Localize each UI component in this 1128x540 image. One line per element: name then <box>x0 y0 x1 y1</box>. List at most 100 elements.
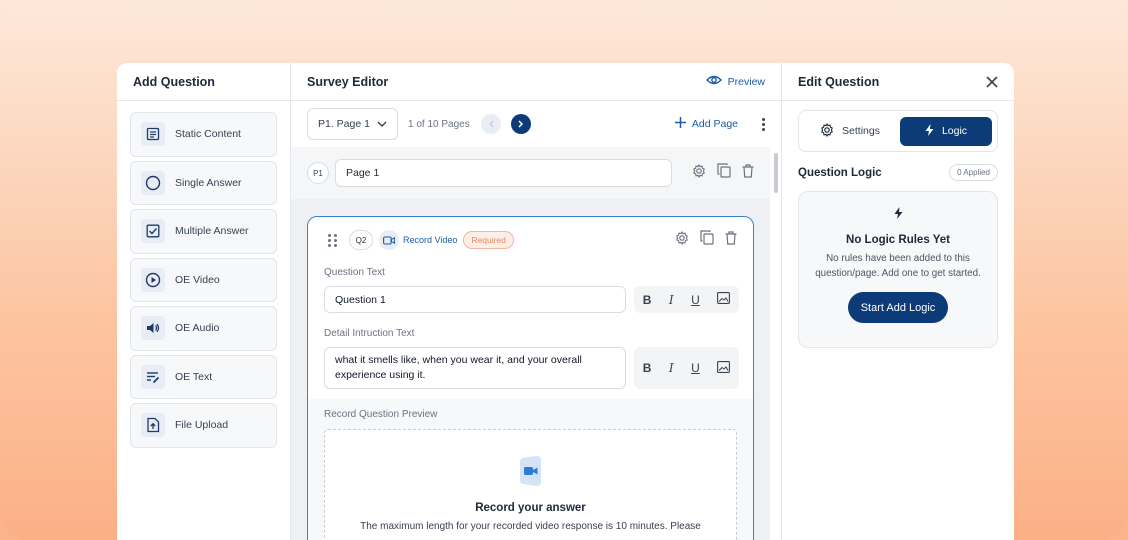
radio-circle-icon <box>141 170 165 195</box>
question-text-label: Question Text <box>324 267 385 278</box>
copy-icon[interactable] <box>717 163 731 183</box>
survey-editor-title: Survey Editor <box>307 74 389 89</box>
question-card[interactable]: Q2 Record Video Required Question Text Q… <box>307 216 754 540</box>
empty-logic-card: No Logic Rules Yet No rules have been ad… <box>798 191 998 348</box>
survey-editor-header: Survey Editor Preview <box>291 63 781 101</box>
required-badge: Required <box>463 231 514 249</box>
page-name-input[interactable]: Page 1 <box>335 159 672 187</box>
question-type-single-answer[interactable]: Single Answer <box>130 160 277 205</box>
tab-settings[interactable]: Settings <box>804 117 896 146</box>
detail-text-input[interactable]: what it smells like, when you wear it, a… <box>324 347 626 389</box>
start-add-logic-button[interactable]: Start Add Logic <box>847 292 949 323</box>
question-type-static-content[interactable]: Static Content <box>130 112 277 157</box>
question-type-oe-text[interactable]: OE Text <box>130 354 277 399</box>
no-logic-title: No Logic Rules Yet <box>846 234 950 246</box>
applied-count-badge: 0 Applied <box>949 164 998 181</box>
survey-editor-panel: Survey Editor Preview P1. Page 1 1 of 10… <box>291 63 782 540</box>
question-type-label: Static Content <box>175 128 241 141</box>
question-text-row: Question 1 B I U <box>308 286 753 313</box>
format-toolbar: B I U <box>634 347 739 389</box>
bold-button[interactable]: B <box>643 293 652 307</box>
speaker-icon <box>141 316 165 341</box>
format-toolbar: B I U <box>634 286 739 313</box>
record-preview-label: Record Question Preview <box>324 409 438 420</box>
question-text-input[interactable]: Question 1 <box>324 286 626 313</box>
page-select[interactable]: P1. Page 1 <box>307 108 398 140</box>
question-type-label: OE Video <box>175 273 220 286</box>
eye-icon <box>705 74 722 89</box>
question-type-oe-video[interactable]: OE Video <box>130 257 277 302</box>
gear-icon <box>820 122 834 140</box>
drag-handle-icon[interactable] <box>328 233 337 247</box>
lightning-icon <box>925 123 934 139</box>
question-type-label: OE Text <box>175 370 213 383</box>
chevron-right-icon <box>518 120 523 128</box>
tab-logic-label: Logic <box>941 125 968 137</box>
detail-text-row: what it smells like, when you wear it, a… <box>308 347 753 389</box>
preview-label: Preview <box>727 75 765 88</box>
question-type-chip: Record Video <box>379 230 457 250</box>
gear-icon[interactable] <box>675 230 689 250</box>
preview-button[interactable]: Preview <box>705 74 765 89</box>
image-icon[interactable] <box>717 360 731 376</box>
add-question-title: Add Question <box>117 63 290 101</box>
gear-icon[interactable] <box>692 163 706 183</box>
question-type-label: Record Video <box>403 235 458 245</box>
question-type-multiple-answer[interactable]: Multiple Answer <box>130 209 277 254</box>
image-icon[interactable] <box>717 292 731 307</box>
page-select-value: P1. Page 1 <box>318 118 370 130</box>
record-title: Record your answer <box>475 502 586 514</box>
question-type-list: Static Content Single Answer Multiple An… <box>117 101 290 459</box>
play-circle-icon <box>141 267 165 292</box>
question-type-label: Multiple Answer <box>175 225 249 238</box>
question-card-actions <box>675 230 737 250</box>
previous-page-button[interactable] <box>480 114 501 134</box>
question-card-header: Q2 Record Video Required <box>308 217 753 263</box>
record-preview-box: Record your answer The maximum length fo… <box>324 429 737 540</box>
trash-icon[interactable] <box>725 230 737 250</box>
question-type-label: Single Answer <box>175 176 242 189</box>
chevron-down-icon <box>377 118 387 130</box>
page-badge: P1 <box>307 162 329 184</box>
add-page-label: Add Page <box>691 118 738 130</box>
question-type-label: OE Audio <box>175 322 220 335</box>
italic-button[interactable]: I <box>669 293 674 307</box>
page-row-actions <box>692 163 754 183</box>
more-options-icon[interactable] <box>762 117 765 131</box>
edit-question-title: Edit Question <box>798 74 880 89</box>
question-logic-title: Question Logic <box>798 166 882 179</box>
question-type-label: File Upload <box>175 419 229 432</box>
next-page-button[interactable] <box>510 114 531 134</box>
bold-button[interactable]: B <box>643 361 652 375</box>
edit-question-tabs: Settings Logic <box>798 110 998 152</box>
underline-button[interactable]: U <box>691 361 700 375</box>
page-toolbar: P1. Page 1 1 of 10 Pages Add Page <box>291 101 781 147</box>
question-logic-header: Question Logic 0 Applied <box>782 164 1014 181</box>
video-camera-icon <box>379 230 399 250</box>
underline-button[interactable]: U <box>691 293 700 307</box>
lightning-icon <box>894 206 903 224</box>
no-logic-description: No rules have been added to this questio… <box>815 253 981 279</box>
video-call-icon <box>518 455 544 492</box>
scrollbar[interactable] <box>774 153 778 193</box>
record-subtitle: The maximum length for your recorded vid… <box>360 521 701 532</box>
question-type-oe-audio[interactable]: OE Audio <box>130 306 277 351</box>
close-icon[interactable] <box>986 75 998 88</box>
page-row: P1 Page 1 <box>291 147 770 199</box>
text-edit-icon <box>141 364 165 389</box>
file-upload-icon <box>141 413 165 438</box>
add-page-button[interactable]: Add Page <box>674 117 738 131</box>
trash-icon[interactable] <box>742 163 754 183</box>
copy-icon[interactable] <box>700 230 714 250</box>
pages-count: 1 of 10 Pages <box>408 118 470 130</box>
detail-text-label: Detail Intruction Text <box>324 328 415 339</box>
italic-button[interactable]: I <box>669 361 674 375</box>
record-preview-area: Record Question Preview Record your answ… <box>308 399 753 540</box>
static-content-icon <box>141 122 165 147</box>
checkbox-icon <box>141 219 165 244</box>
question-type-file-upload[interactable]: File Upload <box>130 403 277 448</box>
question-number-badge: Q2 <box>349 230 373 250</box>
app-window: Add Question Static Content Single Answe… <box>117 63 1014 540</box>
add-question-panel: Add Question Static Content Single Answe… <box>117 63 291 540</box>
tab-logic[interactable]: Logic <box>900 116 992 146</box>
